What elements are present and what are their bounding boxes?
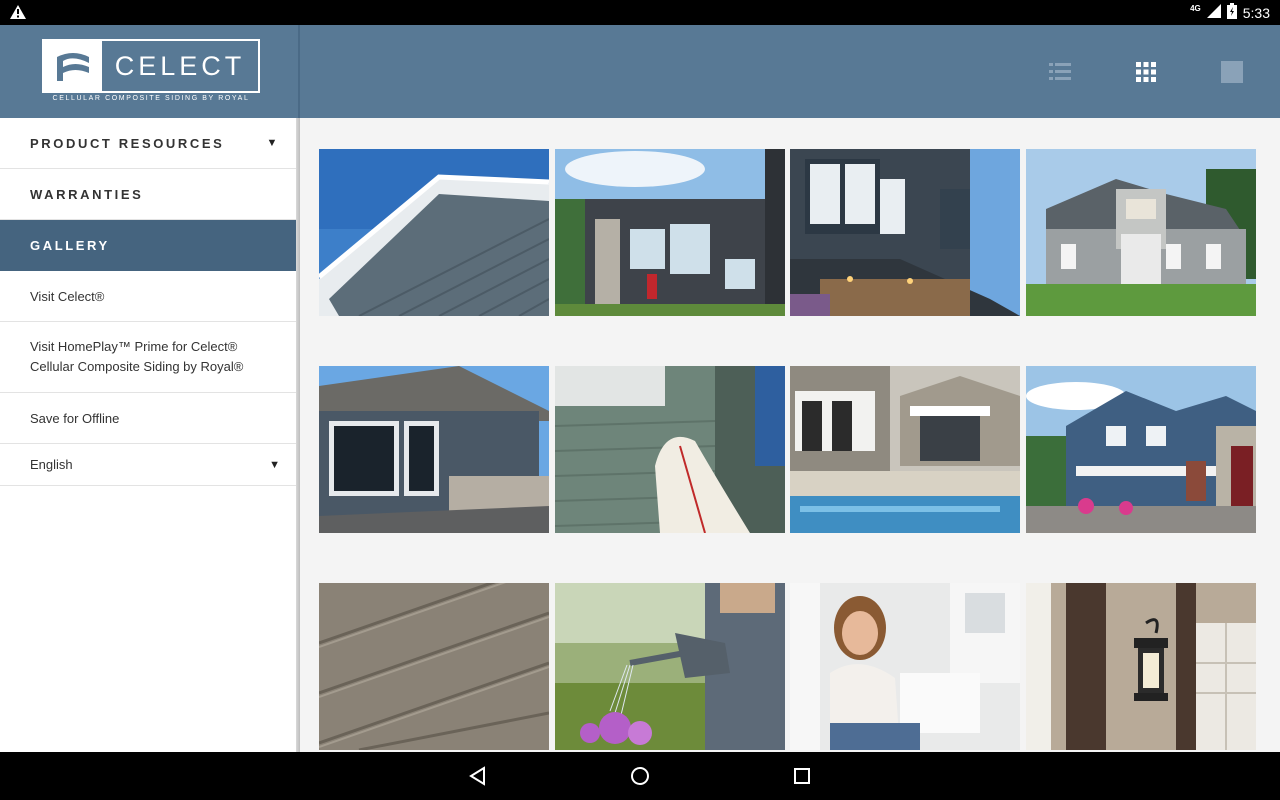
menu-item-label-line2: Cellular Composite Siding by Royal® — [30, 359, 244, 374]
menu-item-label: Save for Offline — [30, 410, 120, 426]
grid-view-icon[interactable] — [1134, 60, 1158, 84]
signal-icon — [1206, 4, 1221, 21]
drawer-menu: PRODUCT RESOURCES ▼ WARRANTIES GALLERY V… — [0, 118, 300, 486]
menu-item-warranties[interactable]: WARRANTIES — [0, 169, 300, 220]
gallery-tile-craftsman-house[interactable] — [1026, 149, 1256, 316]
gallery-tile-porch-lantern[interactable] — [1026, 583, 1256, 750]
chevron-down-icon: ▼ — [269, 458, 280, 471]
system-navigation-bar — [0, 752, 1280, 800]
clock: 5:33 — [1242, 4, 1270, 21]
menu-item-label: WARRANTIES — [30, 186, 144, 202]
drawer-header: CELECT CELLULAR COMPOSITE SIDING BY ROYA… — [0, 25, 300, 118]
menu-item-product-resources[interactable]: PRODUCT RESOURCES ▼ — [0, 118, 300, 169]
home-icon[interactable] — [628, 764, 652, 788]
language-selector[interactable]: English ▼ — [0, 444, 300, 486]
gallery-tile-blue-victorian[interactable] — [1026, 366, 1256, 533]
gallery-tile-pool-patio[interactable] — [790, 366, 1020, 533]
list-view-icon[interactable] — [1048, 60, 1072, 84]
gallery-tile-woman-porch[interactable] — [790, 583, 1020, 750]
gallery-screen — [300, 25, 1280, 752]
recents-icon[interactable] — [790, 764, 814, 788]
battery-icon — [1226, 3, 1237, 22]
gallery-tile-dark-siding-window[interactable] — [319, 366, 549, 533]
menu-item-gallery[interactable]: GALLERY — [0, 220, 300, 271]
gallery-tile-siding-eave[interactable] — [319, 149, 549, 316]
menu-item-label-line1: Visit HomePlay™ Prime for Celect® — [30, 339, 238, 354]
gallery-tile-modern-house[interactable] — [555, 149, 785, 316]
menu-item-label: PRODUCT RESOURCES — [30, 135, 225, 151]
toolbar — [300, 25, 1280, 118]
language-label: English — [30, 457, 73, 472]
gallery-tile-gardener[interactable] — [555, 583, 785, 750]
brand-tagline: CELLULAR COMPOSITE SIDING BY ROYAL — [52, 95, 250, 102]
menu-item-save-offline[interactable]: Save for Offline — [0, 393, 300, 444]
network-type: 4G — [1190, 4, 1201, 13]
menu-item-label: Visit Celect® — [30, 288, 105, 304]
gallery-tile-dark-house-dusk[interactable] — [790, 149, 1020, 316]
warning-icon — [10, 5, 26, 24]
chevron-down-icon: ▼ — [266, 137, 280, 149]
single-view-icon[interactable] — [1220, 60, 1244, 84]
menu-item-label: Visit HomePlay™ Prime for Celect® Cellul… — [30, 337, 243, 377]
menu-item-visit-celect[interactable]: Visit Celect® — [0, 271, 300, 322]
brand-name: CELECT — [114, 50, 246, 81]
gallery-tile-brown-siding[interactable] — [319, 583, 549, 750]
back-icon[interactable] — [466, 764, 490, 788]
gallery-tile-green-siding-surfboard[interactable] — [555, 366, 785, 533]
menu-item-visit-homeplay[interactable]: Visit HomePlay™ Prime for Celect® Cellul… — [0, 322, 300, 393]
menu-item-label: GALLERY — [30, 237, 110, 253]
brand-logo: CELECT — [42, 39, 260, 93]
navigation-drawer: CELECT CELLULAR COMPOSITE SIDING BY ROYA… — [0, 25, 300, 752]
logo-mark-icon — [44, 41, 102, 91]
status-bar: 4G 5:33 — [0, 0, 1280, 25]
